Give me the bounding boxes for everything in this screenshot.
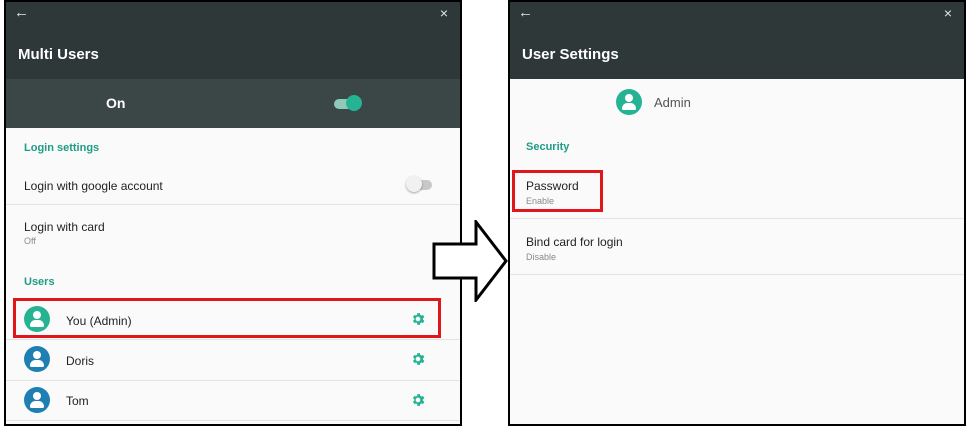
login-google-label: Login with google account <box>24 179 163 193</box>
multi-users-toggle[interactable] <box>334 95 362 111</box>
login-settings-header: Login settings <box>24 142 100 154</box>
gear-icon[interactable] <box>410 351 426 367</box>
multi-users-panel: ← × Multi Users On Login settings Login … <box>4 0 462 426</box>
user-settings-panel: ← × User Settings Admin Security Passwor… <box>508 0 966 426</box>
login-card-label: Login with card <box>24 220 105 234</box>
divider <box>6 380 460 381</box>
divider <box>6 204 460 205</box>
security-header: Security <box>526 141 570 153</box>
divider <box>510 274 964 275</box>
gear-icon[interactable] <box>410 392 426 408</box>
page-title: User Settings <box>522 46 619 63</box>
back-arrow-icon[interactable]: ← <box>14 4 29 21</box>
user-name: Tom <box>66 394 89 408</box>
close-icon[interactable]: × <box>440 5 448 21</box>
master-switch-label: On <box>106 95 126 111</box>
highlight-box-password <box>512 170 603 212</box>
divider <box>6 339 460 340</box>
multi-users-master-switch-bar[interactable]: On <box>6 79 460 128</box>
login-card-status: Off <box>24 236 36 246</box>
app-bar: ← × User Settings <box>510 2 964 79</box>
user-name: Admin <box>654 95 691 110</box>
users-header: Users <box>24 276 55 288</box>
divider <box>510 218 964 219</box>
avatar-icon <box>24 346 50 372</box>
back-arrow-icon[interactable]: ← <box>518 4 533 21</box>
page-title: Multi Users <box>18 46 99 63</box>
avatar-icon <box>24 387 50 413</box>
transition-arrow-icon <box>432 220 508 302</box>
bind-card-status: Disable <box>526 252 557 262</box>
login-google-toggle[interactable] <box>406 176 432 192</box>
close-icon[interactable]: × <box>944 5 952 21</box>
app-bar: ← × Multi Users <box>6 2 460 79</box>
bind-card-label: Bind card for login <box>526 235 623 249</box>
divider <box>6 420 460 421</box>
highlight-box-admin-row <box>13 298 441 338</box>
user-name: Doris <box>66 354 95 368</box>
avatar-icon <box>616 89 642 115</box>
